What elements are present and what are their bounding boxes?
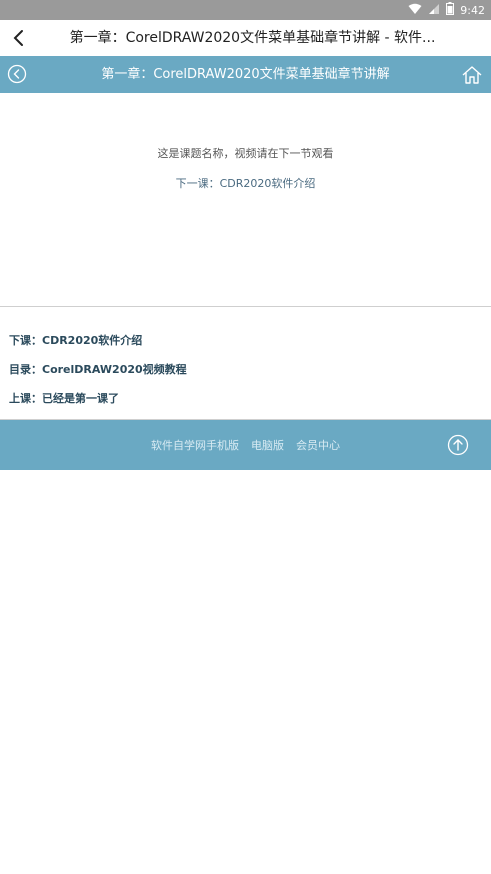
divider-top: [0, 306, 491, 307]
lesson-content: 这是课题名称，视频请在下一节观看 下一课：CDR2020软件介绍: [0, 93, 491, 305]
page-header-title: 第一章：CorelDRAW2020文件菜单基础章节讲解: [101, 67, 390, 82]
status-right: 9:42: [408, 2, 485, 18]
footer-link-member[interactable]: 会员中心: [296, 437, 340, 453]
footer-nav: 软件自学网手机版 电脑版 会员中心: [0, 420, 491, 470]
status-bar: 9:42: [0, 0, 491, 20]
page-header: 第一章：CorelDRAW2020文件菜单基础章节讲解: [0, 56, 491, 93]
app-bar: 第一章：CorelDRAW2020文件菜单基础章节讲解 - 软件...: [0, 20, 491, 57]
lesson-nav-links: 下课：CDR2020软件介绍 目录：CorelDRAW2020视频教程 上课：已…: [0, 318, 491, 418]
home-icon[interactable]: [461, 64, 483, 86]
footer-link-desktop[interactable]: 电脑版: [251, 437, 284, 453]
prev-lesson-item[interactable]: 上课：已经是第一课了: [9, 390, 119, 406]
status-time: 9:42: [460, 3, 485, 17]
back-arrow-icon[interactable]: [8, 27, 30, 49]
toc-item[interactable]: 目录：CorelDRAW2020视频教程: [9, 361, 187, 377]
back-to-top-icon[interactable]: [447, 434, 469, 456]
next-lesson-item[interactable]: 下课：CDR2020软件介绍: [9, 332, 142, 348]
wifi-icon: [408, 3, 422, 18]
next-lesson-link[interactable]: 下一课：CDR2020软件介绍: [0, 175, 491, 191]
footer-link-mobile[interactable]: 软件自学网手机版: [151, 437, 239, 453]
circle-back-icon[interactable]: [7, 64, 27, 84]
footer: 软件自学网手机版 电脑版 会员中心: [0, 420, 491, 470]
app-bar-title: 第一章：CorelDRAW2020文件菜单基础章节讲解 - 软件...: [69, 30, 436, 46]
lesson-notice: 这是课题名称，视频请在下一节观看: [157, 147, 334, 160]
signal-icon: [428, 3, 440, 18]
battery-icon: [446, 2, 455, 18]
